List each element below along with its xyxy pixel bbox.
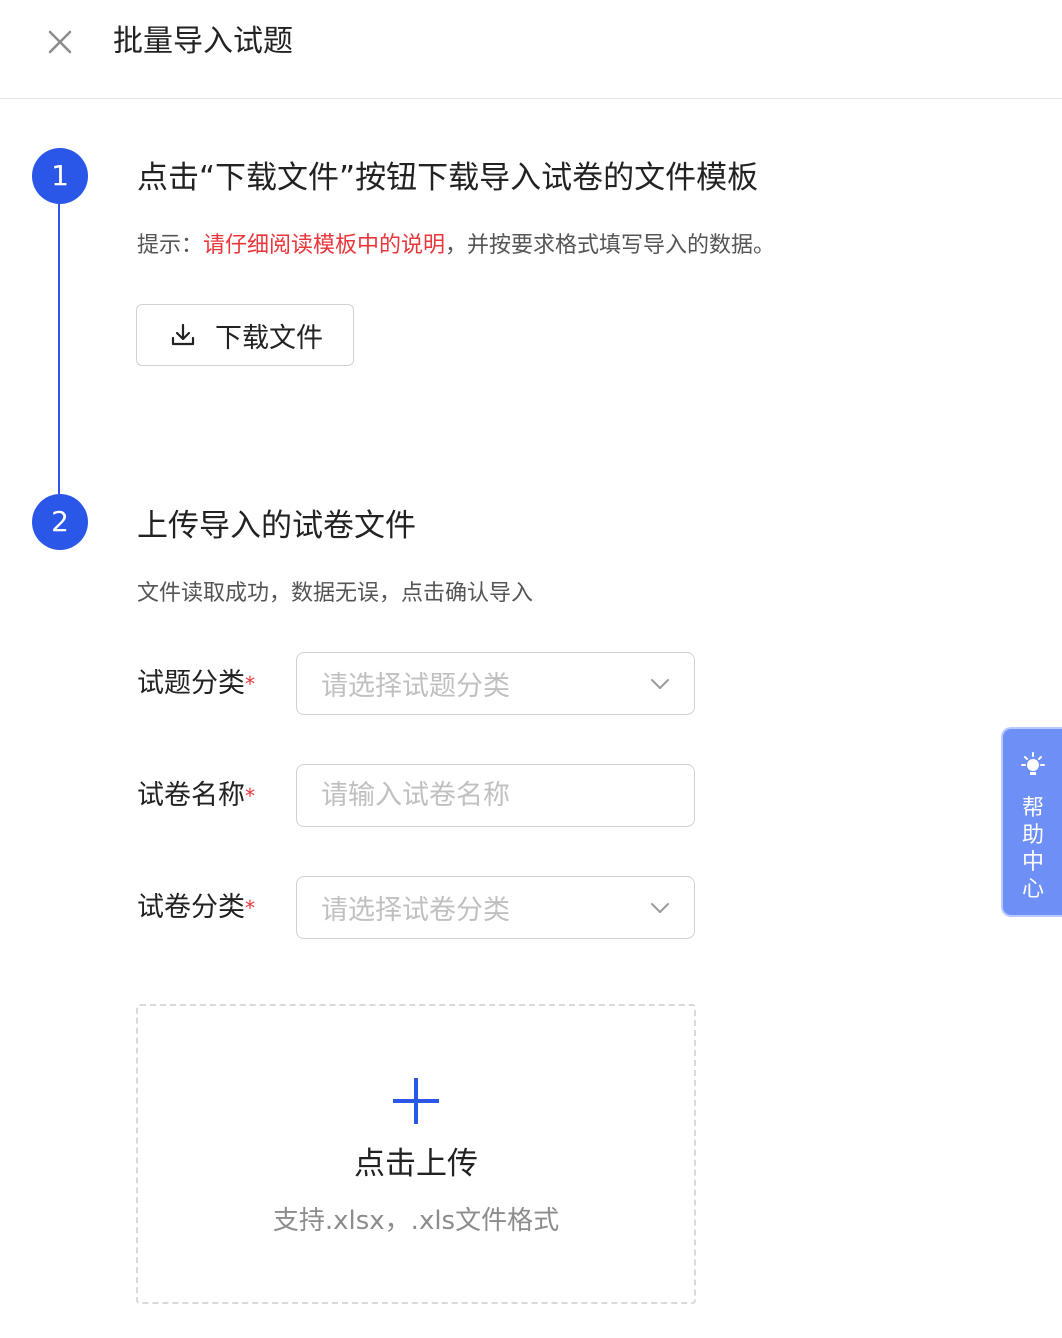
download-icon [171, 323, 195, 346]
question-category-label: 试题分类* [137, 664, 255, 704]
upload-title: 点击上传 [354, 1146, 478, 1182]
header: 批量导入试题 [0, 0, 1062, 99]
chevron-down-icon [651, 902, 669, 913]
hint-suffix: ，并按要求格式填写导入的数据。 [445, 233, 776, 258]
upload-dropzone[interactable]: 点击上传 支持.xlsx，.xls文件格式 [136, 1004, 696, 1304]
paper-name-label: 试卷名称* [137, 776, 255, 816]
step-1-indicator: 1 [32, 148, 88, 204]
step-1-title: 点击“下载文件”按钮下载导入试卷的文件模板 [137, 160, 759, 196]
upload-status-text: 文件读取成功，数据无误，点击确认导入 [137, 581, 534, 606]
question-category-select[interactable]: 请选择试题分类 [296, 652, 695, 715]
question-category-placeholder: 请选择试题分类 [321, 671, 510, 702]
step-2-title: 上传导入的试卷文件 [137, 508, 416, 544]
plus-icon [393, 1078, 439, 1124]
paper-category-label: 试卷分类* [137, 888, 255, 928]
paper-name-field[interactable] [296, 764, 695, 827]
help-center-tab[interactable]: 帮助中心 [1001, 727, 1062, 917]
step-1-hint: 提示：请仔细阅读模板中的说明，并按要求格式填写导入的数据。 [137, 230, 775, 262]
hint-highlight: 请仔细阅读模板中的说明 [203, 233, 446, 258]
help-center-label: 帮助中心 [1021, 796, 1044, 902]
download-file-button[interactable]: 下载文件 [136, 304, 354, 366]
chevron-down-icon [651, 678, 669, 689]
lightbulb-icon [1021, 752, 1045, 775]
hint-prefix: 提示： [137, 233, 204, 258]
question-category-label-text: 试题分类 [137, 668, 245, 699]
page-title: 批量导入试题 [113, 24, 293, 59]
paper-category-label-text: 试卷分类 [137, 892, 245, 923]
download-button-label: 下载文件 [215, 322, 323, 354]
paper-category-placeholder: 请选择试卷分类 [321, 895, 510, 926]
step-connector-line [58, 204, 60, 494]
paper-name-label-text: 试卷名称 [137, 780, 245, 811]
close-icon[interactable] [44, 26, 76, 58]
step-2-indicator: 2 [32, 494, 88, 550]
required-marker: * [245, 672, 255, 696]
required-marker: * [245, 896, 255, 920]
paper-category-select[interactable]: 请选择试卷分类 [296, 876, 695, 939]
required-marker: * [245, 784, 255, 808]
upload-format-hint: 支持.xlsx，.xls文件格式 [272, 1206, 560, 1236]
paper-name-input[interactable] [321, 780, 661, 811]
